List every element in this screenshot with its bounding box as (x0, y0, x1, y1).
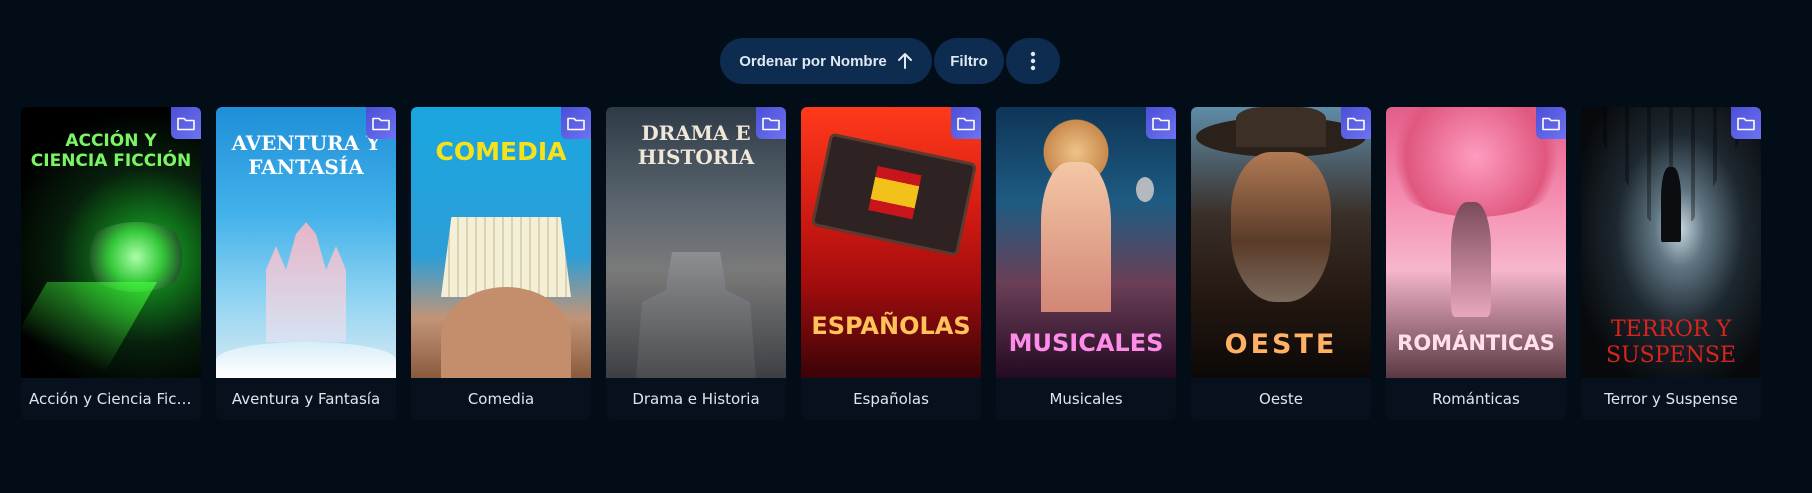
collection-label-text: Drama e Historia (632, 390, 760, 408)
filter-button[interactable]: Filtro (934, 38, 1004, 84)
poster-title-text: ESPAÑOLAS (811, 312, 971, 340)
cake-shape (441, 217, 571, 297)
poster-image: OESTE (1191, 107, 1371, 378)
collection-label-text: Románticas (1432, 390, 1520, 408)
collection-card-terror-suspense[interactable]: TERROR Y SUSPENSE Terror y Suspense (1581, 107, 1761, 420)
folder-icon (1536, 107, 1566, 139)
poster-title: TERROR Y SUSPENSE (1581, 317, 1761, 370)
collection-label: Oeste (1191, 378, 1371, 420)
silhouette-shape (1661, 167, 1681, 242)
folder-icon (561, 107, 591, 139)
face-shape (441, 287, 571, 378)
collection-label-text: Aventura y Fantasía (231, 390, 381, 408)
collection-label-text: Acción y Ciencia Ficc… (29, 390, 193, 408)
poster-title-text: DRAMA E HISTORIA (637, 121, 755, 169)
cassette-shape (810, 132, 978, 257)
arrow-up-icon (897, 52, 913, 70)
poster-title: ROMÁNTICAS (1386, 331, 1566, 356)
collection-label: Comedia (411, 378, 591, 420)
cowboy-face-shape (1231, 152, 1331, 302)
collection-card-romanticas[interactable]: ROMÁNTICAS Románticas (1386, 107, 1566, 420)
folder-icon (756, 107, 786, 139)
collection-label: Drama e Historia (606, 378, 786, 420)
collection-label: Musicales (996, 378, 1176, 420)
collection-label-text: Musicales (1049, 390, 1123, 408)
poster-title: COMEDIA (411, 137, 591, 167)
folder-icon (1731, 107, 1761, 139)
folder-icon (171, 107, 201, 139)
collection-label: Terror y Suspense (1581, 378, 1761, 420)
poster-image: COMEDIA (411, 107, 591, 378)
poster-image: TERROR Y SUSPENSE (1581, 107, 1761, 378)
castle-shape (266, 222, 346, 342)
collection-card-comedia[interactable]: COMEDIA Comedia (411, 107, 591, 420)
spain-flag-shape (868, 165, 922, 220)
collection-label: Románticas (1386, 378, 1566, 420)
vertical-dots-icon (1030, 51, 1036, 71)
sort-by-name-button[interactable]: Ordenar por Nombre (720, 38, 932, 84)
poster-title: OESTE (1191, 329, 1371, 361)
collection-card-espanolas[interactable]: ESPAÑOLAS Españolas (801, 107, 981, 420)
poster-title-text: ROMÁNTICAS (1397, 331, 1555, 355)
filter-label: Filtro (950, 52, 988, 70)
collection-card-musicales[interactable]: MUSICALES Musicales (996, 107, 1176, 420)
poster-image: ESPAÑOLAS (801, 107, 981, 378)
couple-shape (1451, 202, 1491, 317)
poster-image: AVENTURA Y FANTASÍA (216, 107, 396, 378)
poster-title-text: COMEDIA (435, 137, 567, 166)
collection-card-oeste[interactable]: OESTE Oeste (1191, 107, 1371, 420)
poster-title-text: OESTE (1224, 329, 1338, 360)
collection-label-text: Españolas (853, 390, 929, 408)
clouds-shape (216, 342, 396, 378)
collection-card-aventura-fantasia[interactable]: AVENTURA Y FANTASÍA Aventura y Fantasía (216, 107, 396, 420)
collection-label: Españolas (801, 378, 981, 420)
collection-label-text: Comedia (467, 390, 535, 408)
hat-crown-shape (1236, 107, 1326, 147)
collections-grid: ACCIÓN Y CIENCIA FICCIÓN Acción y Cienci… (21, 107, 1761, 420)
collection-card-drama-historia[interactable]: DRAMA E HISTORIA Drama e Historia (606, 107, 786, 420)
poster-image: ROMÁNTICAS (1386, 107, 1566, 378)
microphone-shape (1136, 177, 1154, 202)
poster-image: ACCIÓN Y CIENCIA FICCIÓN (21, 107, 201, 378)
poster-title-text: TERROR Y SUSPENSE (1606, 317, 1736, 369)
singer-shape (1041, 162, 1111, 312)
poster-title: ESPAÑOLAS (801, 312, 981, 341)
more-options-button[interactable] (1006, 38, 1060, 84)
collection-label-text: Terror y Suspense (1604, 390, 1738, 408)
poster-title-text: MUSICALES (1008, 329, 1164, 357)
light-beam-shape (21, 282, 157, 372)
folder-icon (1341, 107, 1371, 139)
sort-label: Ordenar por Nombre (739, 52, 887, 70)
poster-title-text: AVENTURA Y FANTASÍA (231, 131, 381, 179)
poster-image: MUSICALES (996, 107, 1176, 378)
folder-icon (951, 107, 981, 139)
sort-filter-toolbar: Ordenar por Nombre Filtro (720, 38, 1060, 84)
poster-title: MUSICALES (996, 329, 1176, 358)
collection-card-accion-ciencia-ficcion[interactable]: ACCIÓN Y CIENCIA FICCIÓN Acción y Cienci… (21, 107, 201, 420)
collection-label-text: Oeste (1259, 390, 1303, 408)
collection-label: Acción y Ciencia Ficc… (21, 378, 201, 420)
poster-title-text: ACCIÓN Y CIENCIA FICCIÓN (30, 131, 192, 172)
statue-shape (636, 252, 756, 378)
folder-icon (366, 107, 396, 139)
folder-icon (1146, 107, 1176, 139)
poster-image: DRAMA E HISTORIA (606, 107, 786, 378)
collection-label: Aventura y Fantasía (216, 378, 396, 420)
